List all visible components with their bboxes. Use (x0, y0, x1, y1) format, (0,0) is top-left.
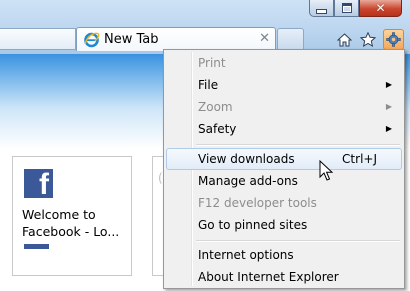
menu-item-view-downloads[interactable]: View downloads Ctrl+J (166, 148, 402, 170)
menu-item-f12-developer-tools[interactable]: F12 developer tools (166, 192, 402, 214)
gear-icon (386, 32, 401, 47)
tab-close-icon[interactable]: ✕ (259, 31, 270, 46)
new-tab-button[interactable] (277, 28, 304, 51)
favorites-star-icon[interactable] (359, 31, 377, 49)
tab-title: New Tab (104, 32, 159, 47)
facebook-icon: f (24, 169, 53, 198)
submenu-arrow-icon: ▶ (385, 102, 392, 111)
menu-item-internet-options[interactable]: Internet options (166, 244, 402, 266)
menu-item-file[interactable]: File ▶ (166, 74, 402, 96)
home-icon[interactable] (335, 31, 353, 49)
menu-item-safety[interactable]: Safety ▶ (166, 118, 402, 140)
tab-new-tab[interactable]: New Tab ✕ (76, 27, 276, 51)
menu-item-manage-add-ons[interactable]: Manage add-ons (166, 170, 402, 192)
menu-item-print[interactable]: Print (166, 52, 402, 74)
tile-title: Welcome to Facebook - Lo... (22, 207, 120, 239)
browser-chrome: ✕ New Tab ✕ (0, 0, 410, 54)
submenu-arrow-icon: ▶ (385, 80, 392, 89)
menu-item-go-to-pinned-sites[interactable]: Go to pinned sites (166, 214, 402, 236)
maximize-button[interactable] (334, 0, 359, 17)
window-caption-buttons: ✕ (309, 0, 402, 17)
menu-separator (196, 144, 400, 146)
tools-button[interactable] (383, 29, 404, 50)
menu-separator (196, 240, 400, 242)
address-bar[interactable] (0, 28, 76, 50)
maximize-icon (341, 3, 352, 13)
submenu-arrow-icon: ▶ (385, 124, 392, 133)
minimize-button[interactable] (309, 0, 334, 17)
tools-menu: Print File ▶ Zoom ▶ Safety ▶ View downlo… (163, 49, 405, 289)
shortcut-label: Ctrl+J (342, 152, 377, 166)
minimize-icon (316, 8, 327, 14)
close-window-button[interactable]: ✕ (359, 0, 402, 17)
frequent-site-tile[interactable]: f Welcome to Facebook - Lo... (12, 156, 132, 276)
menu-item-about-internet-explorer[interactable]: About Internet Explorer (166, 266, 402, 288)
mouse-cursor-icon (319, 160, 334, 181)
close-icon: ✕ (375, 1, 386, 15)
menu-item-zoom[interactable]: Zoom ▶ (166, 96, 402, 118)
tile-icon: ( (158, 171, 163, 185)
ie-icon (84, 32, 100, 48)
tile-activity-bar (24, 244, 49, 249)
